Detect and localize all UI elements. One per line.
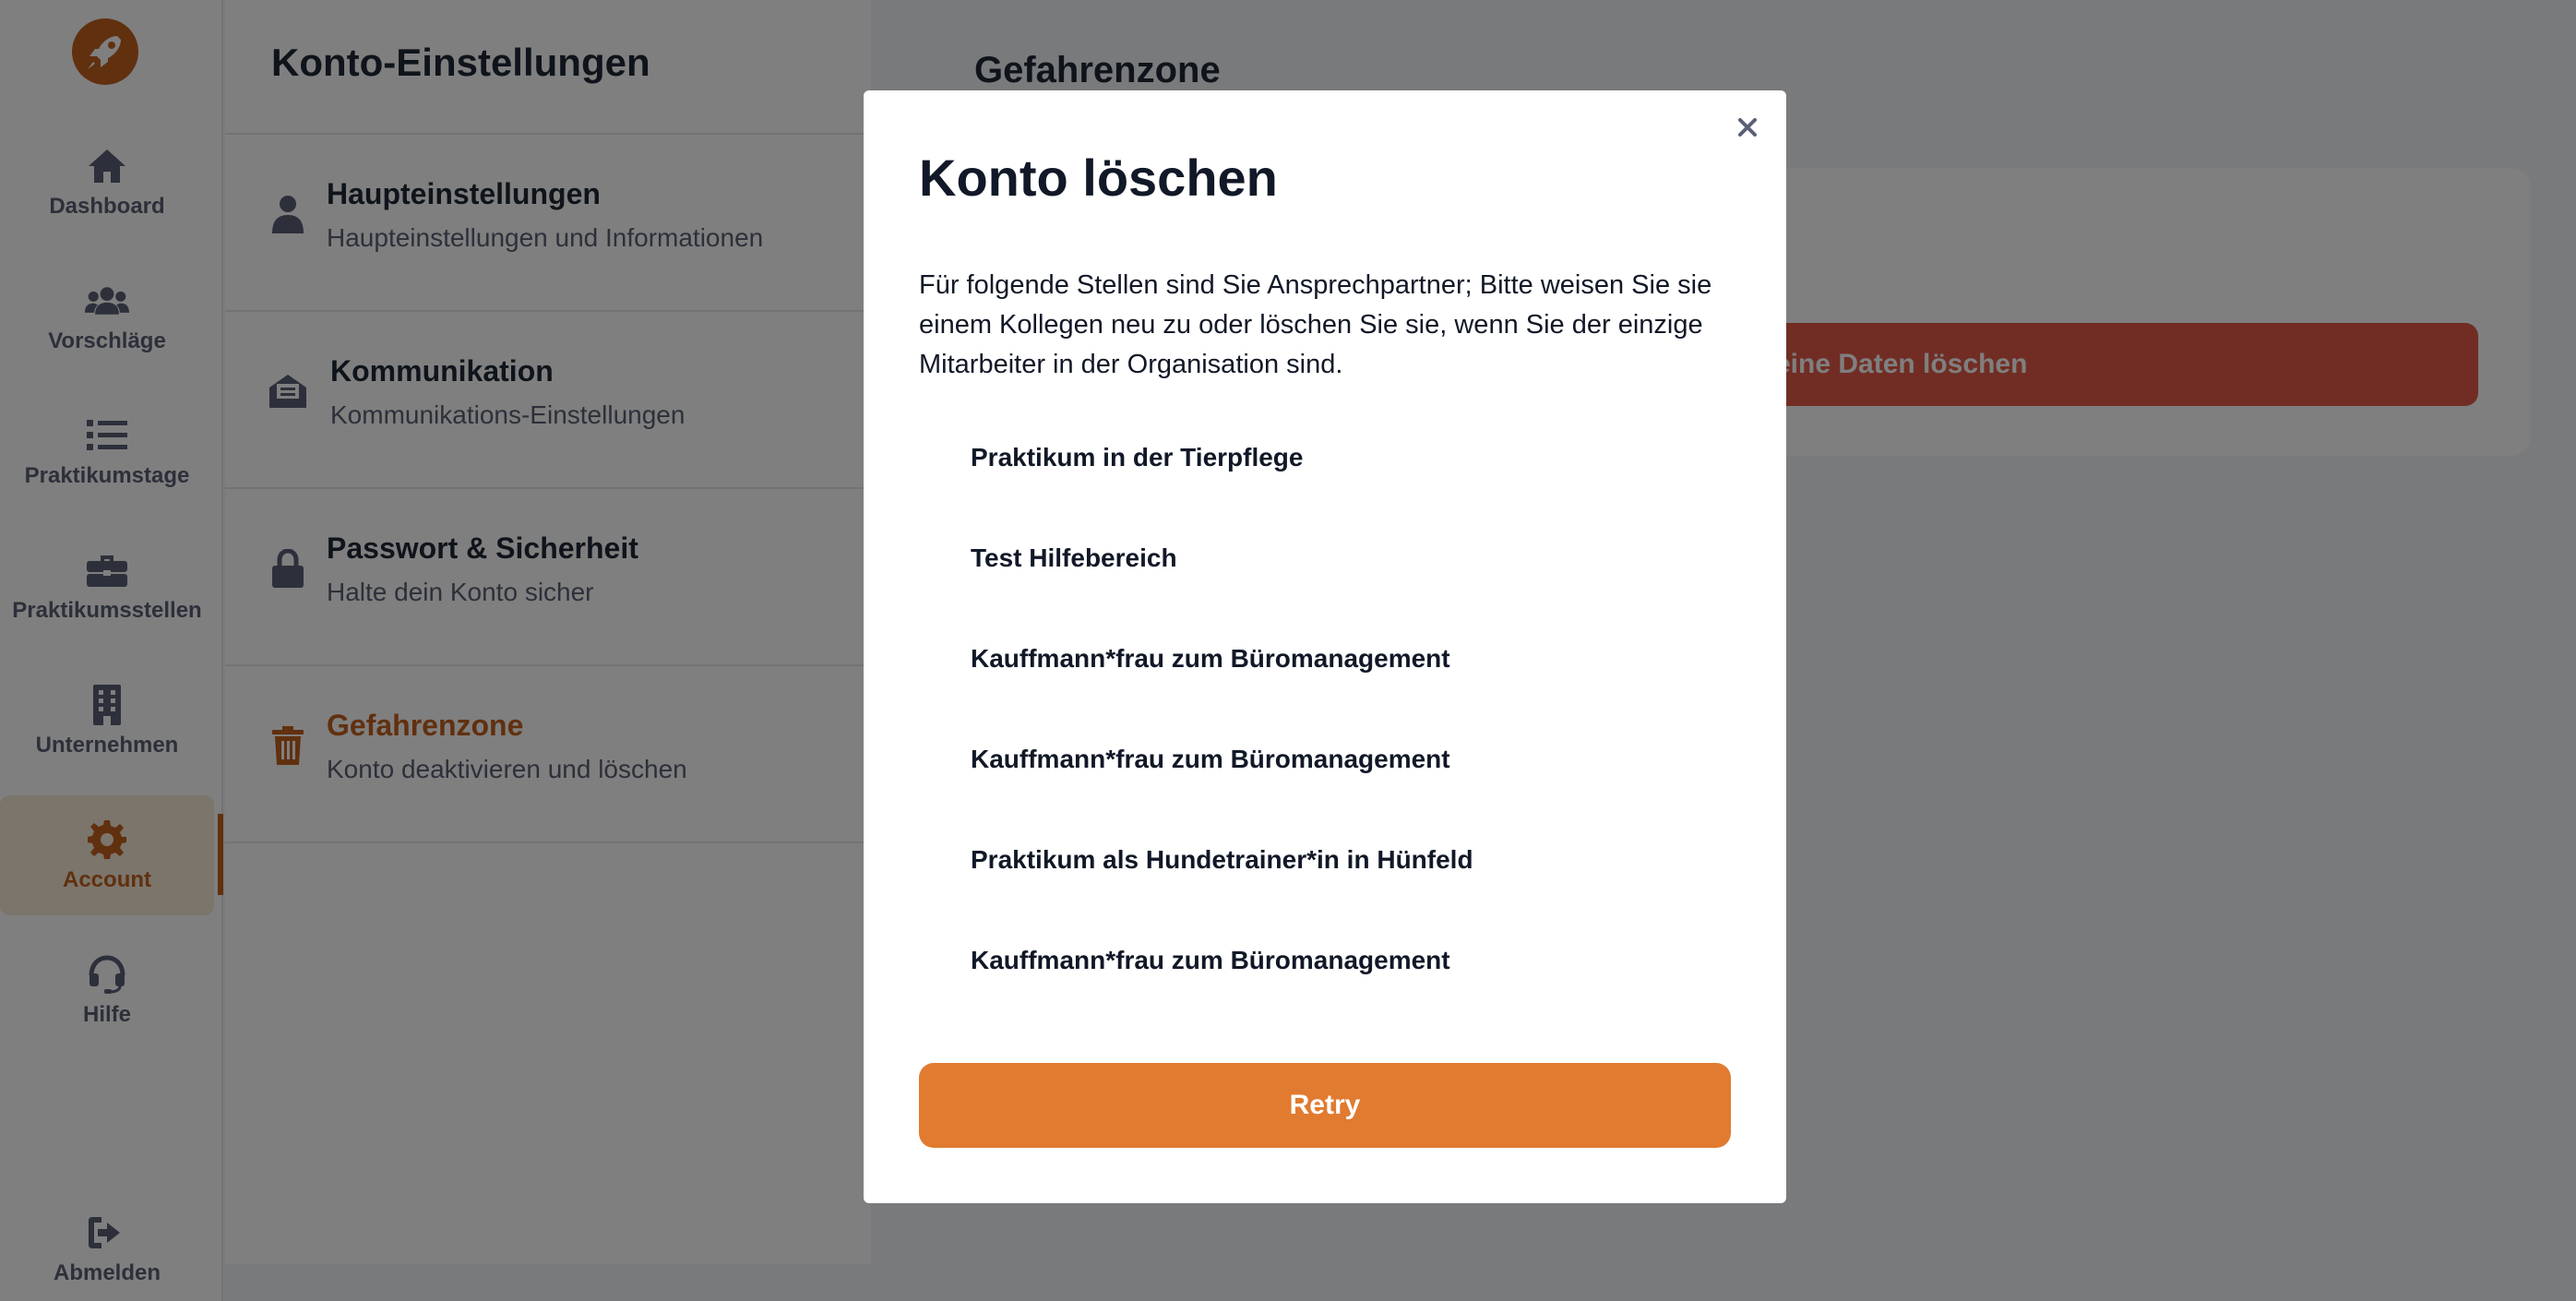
list-item: Praktikum als Hundetrainer*in in Hünfeld bbox=[971, 845, 1473, 874]
list-item: Test Hilfebereich bbox=[971, 543, 1177, 572]
retry-button[interactable]: Retry bbox=[919, 1063, 1731, 1148]
list-item: Praktikum in der Tierpflege bbox=[971, 443, 1304, 471]
modal-description: Für folgende Stellen sind Sie Ansprechpa… bbox=[919, 270, 1712, 379]
close-icon[interactable] bbox=[1729, 109, 1766, 146]
modal-title: Konto löschen bbox=[919, 149, 1278, 207]
list-item: Kauffmann*frau zum Büromanagement bbox=[971, 946, 1450, 974]
list-item: Kauffmann*frau zum Büromanagement bbox=[971, 644, 1450, 673]
delete-account-modal: Konto löschen Für folgende Stellen sind … bbox=[864, 90, 1786, 1203]
list-item: Kauffmann*frau zum Büromanagement bbox=[971, 745, 1450, 773]
position-list: Praktikum in der Tierpflege Test Hilfebe… bbox=[971, 439, 1727, 1043]
